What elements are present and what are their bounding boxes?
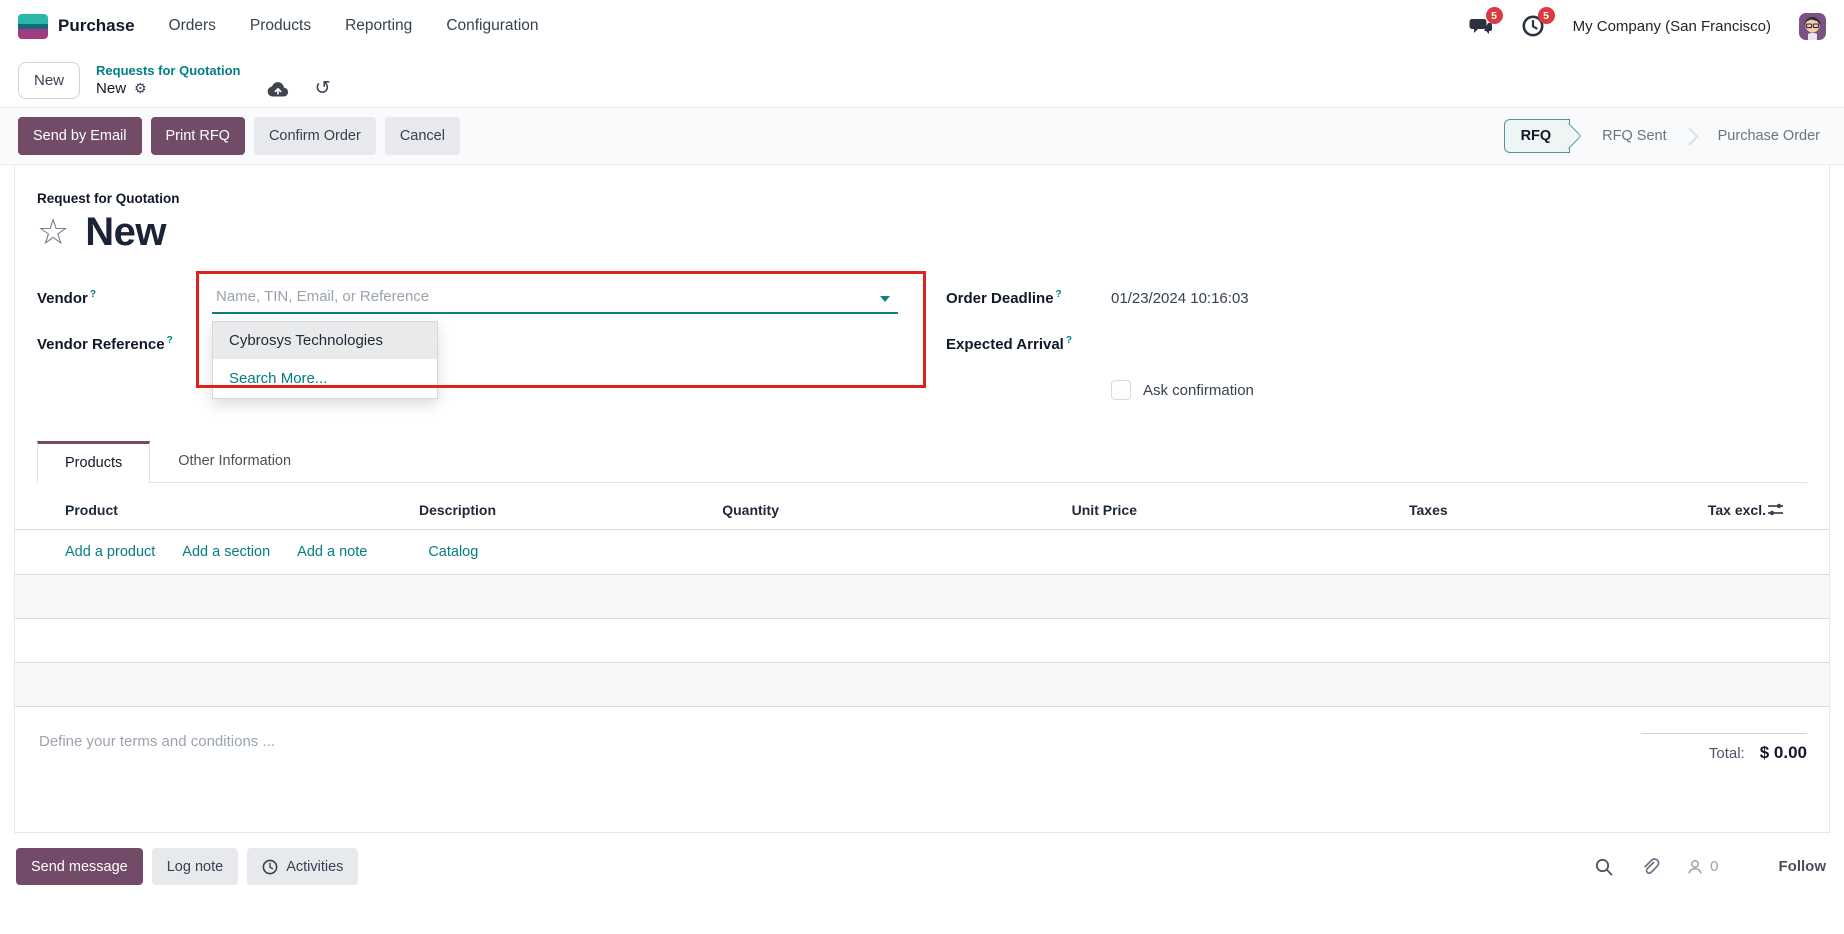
confirm-order-button[interactable]: Confirm Order <box>254 117 376 155</box>
col-unit-price[interactable]: Unit Price <box>779 502 1137 518</box>
chatter: Send message Log note Activities <box>0 833 1844 885</box>
search-messages-button[interactable] <box>1594 857 1614 877</box>
breadcrumb-parent-link[interactable]: Requests for Quotation <box>96 63 331 78</box>
navbar-right: 5 5 My Company (San Francisco) <box>1469 13 1826 40</box>
send-message-button[interactable]: Send message <box>16 848 143 885</box>
add-a-product-link[interactable]: Add a product <box>65 544 155 560</box>
followers-button[interactable]: 0 <box>1686 858 1718 876</box>
record-title: New <box>85 210 166 255</box>
total-label: Total: <box>1709 745 1745 762</box>
order-deadline-value[interactable]: 01/23/2024 10:16:03 <box>1111 290 1249 307</box>
search-more-option[interactable]: Search More... <box>213 359 437 398</box>
empty-table-row <box>15 663 1829 707</box>
control-panel: New Requests for Quotation New ⚙ ↺ <box>0 52 1844 107</box>
status-rfq-sent[interactable]: RFQ Sent <box>1596 120 1672 152</box>
vendor-help-icon[interactable]: ? <box>90 289 96 300</box>
status-purchase-order[interactable]: Purchase Order <box>1712 120 1826 152</box>
status-rfq[interactable]: RFQ <box>1504 119 1571 153</box>
avatar-image <box>1799 13 1826 40</box>
empty-table-row <box>15 575 1829 619</box>
statusbar: RFQ RFQ Sent Purchase Order <box>1504 119 1826 153</box>
app-brand[interactable]: Purchase <box>18 14 135 39</box>
total-amount: $ 0.00 <box>1760 743 1807 763</box>
favorite-star-icon[interactable]: ☆ <box>37 215 69 251</box>
col-taxes[interactable]: Taxes <box>1137 502 1687 518</box>
follow-button[interactable]: Follow <box>1779 858 1827 875</box>
cloud-upload-icon <box>267 80 289 98</box>
company-switcher[interactable]: My Company (San Francisco) <box>1573 18 1771 35</box>
table-links-row: Add a product Add a section Add a note C… <box>15 530 1829 575</box>
order-deadline-label: Order Deadline? <box>946 289 1111 307</box>
col-product[interactable]: Product <box>65 502 419 518</box>
col-description[interactable]: Description <box>419 502 649 518</box>
top-navbar: Purchase Orders Products Reporting Confi… <box>0 0 1844 52</box>
tab-products[interactable]: Products <box>37 441 150 483</box>
main-menu: Orders Products Reporting Configuration <box>169 17 539 35</box>
sliders-icon <box>1766 500 1785 519</box>
col-tax-excl[interactable]: Tax excl. <box>1687 502 1766 518</box>
vendor-reference-label: Vendor Reference? <box>37 335 212 353</box>
menu-products[interactable]: Products <box>250 17 311 35</box>
messages-badge: 5 <box>1486 7 1503 24</box>
vendor-field-wrap: Cybrosys Technologies Search More... <box>212 282 898 314</box>
add-a-section-link[interactable]: Add a section <box>182 544 270 560</box>
send-by-email-button[interactable]: Send by Email <box>18 117 142 155</box>
right-field-column: Order Deadline? 01/23/2024 10:16:03 Expe… <box>946 275 1807 413</box>
app-name[interactable]: Purchase <box>58 16 135 36</box>
paperclip-icon <box>1640 857 1660 877</box>
breadcrumb-current: New <box>96 80 126 97</box>
optional-columns-button[interactable] <box>1766 500 1806 519</box>
vendor-option[interactable]: Cybrosys Technologies <box>213 322 437 359</box>
menu-configuration[interactable]: Configuration <box>446 17 538 35</box>
discard-undo-icon[interactable]: ↺ <box>315 79 331 98</box>
document-type-label: Request for Quotation <box>37 191 1807 206</box>
print-rfq-button[interactable]: Print RFQ <box>151 117 245 155</box>
followers-count: 0 <box>1710 858 1718 875</box>
catalog-link[interactable]: Catalog <box>428 544 478 560</box>
activities-button[interactable]: Activities <box>247 848 358 885</box>
new-record-button[interactable]: New <box>18 62 80 99</box>
tab-other-information[interactable]: Other Information <box>150 441 319 482</box>
order-lines-table: Product Description Quantity Unit Price … <box>15 483 1829 707</box>
user-avatar[interactable] <box>1799 13 1826 40</box>
vendor-input[interactable] <box>212 282 898 314</box>
expected-arrival-help-icon[interactable]: ? <box>1066 335 1072 346</box>
attach-files-button[interactable] <box>1640 857 1660 877</box>
activities-badge: 5 <box>1538 7 1555 24</box>
cancel-button[interactable]: Cancel <box>385 117 460 155</box>
add-a-note-link[interactable]: Add a note <box>297 544 367 560</box>
notebook-tabs: Products Other Information <box>37 441 1807 483</box>
vendor-reference-help-icon[interactable]: ? <box>167 335 173 346</box>
left-field-column: Vendor? Cybrosys Technologies Search Mor… <box>37 275 898 413</box>
ask-confirmation-label: Ask confirmation <box>1143 382 1254 399</box>
menu-orders[interactable]: Orders <box>169 17 216 35</box>
order-deadline-help-icon[interactable]: ? <box>1056 289 1062 300</box>
action-strip: Send by Email Print RFQ Confirm Order Ca… <box>0 107 1844 165</box>
gear-icon[interactable]: ⚙ <box>134 81 147 97</box>
terms-and-conditions-input[interactable]: Define your terms and conditions ... <box>39 733 275 750</box>
save-cloud-button[interactable] <box>267 80 289 98</box>
search-icon <box>1594 857 1614 877</box>
purchase-app-icon <box>18 14 48 39</box>
menu-reporting[interactable]: Reporting <box>345 17 412 35</box>
empty-table-row <box>15 619 1829 663</box>
breadcrumb: Requests for Quotation New ⚙ ↺ <box>96 63 331 98</box>
ask-confirmation-checkbox[interactable] <box>1111 380 1131 400</box>
activity-clock-icon <box>262 859 278 875</box>
chevron-right-icon <box>1680 127 1698 145</box>
totals-box: Total: $ 0.00 <box>1641 733 1807 763</box>
dropdown-caret-icon[interactable] <box>880 296 890 302</box>
person-icon <box>1686 858 1704 876</box>
messages-button[interactable]: 5 <box>1469 14 1493 38</box>
table-header-row: Product Description Quantity Unit Price … <box>15 483 1829 530</box>
log-note-button[interactable]: Log note <box>152 848 238 885</box>
vendor-dropdown: Cybrosys Technologies Search More... <box>212 321 438 399</box>
form-sheet: Request for Quotation ☆ New Vendor? Cybr… <box>14 165 1830 833</box>
expected-arrival-label: Expected Arrival? <box>946 335 1111 353</box>
activities-menu-button[interactable]: 5 <box>1521 14 1545 38</box>
col-quantity[interactable]: Quantity <box>649 502 779 518</box>
vendor-label: Vendor? <box>37 289 212 307</box>
